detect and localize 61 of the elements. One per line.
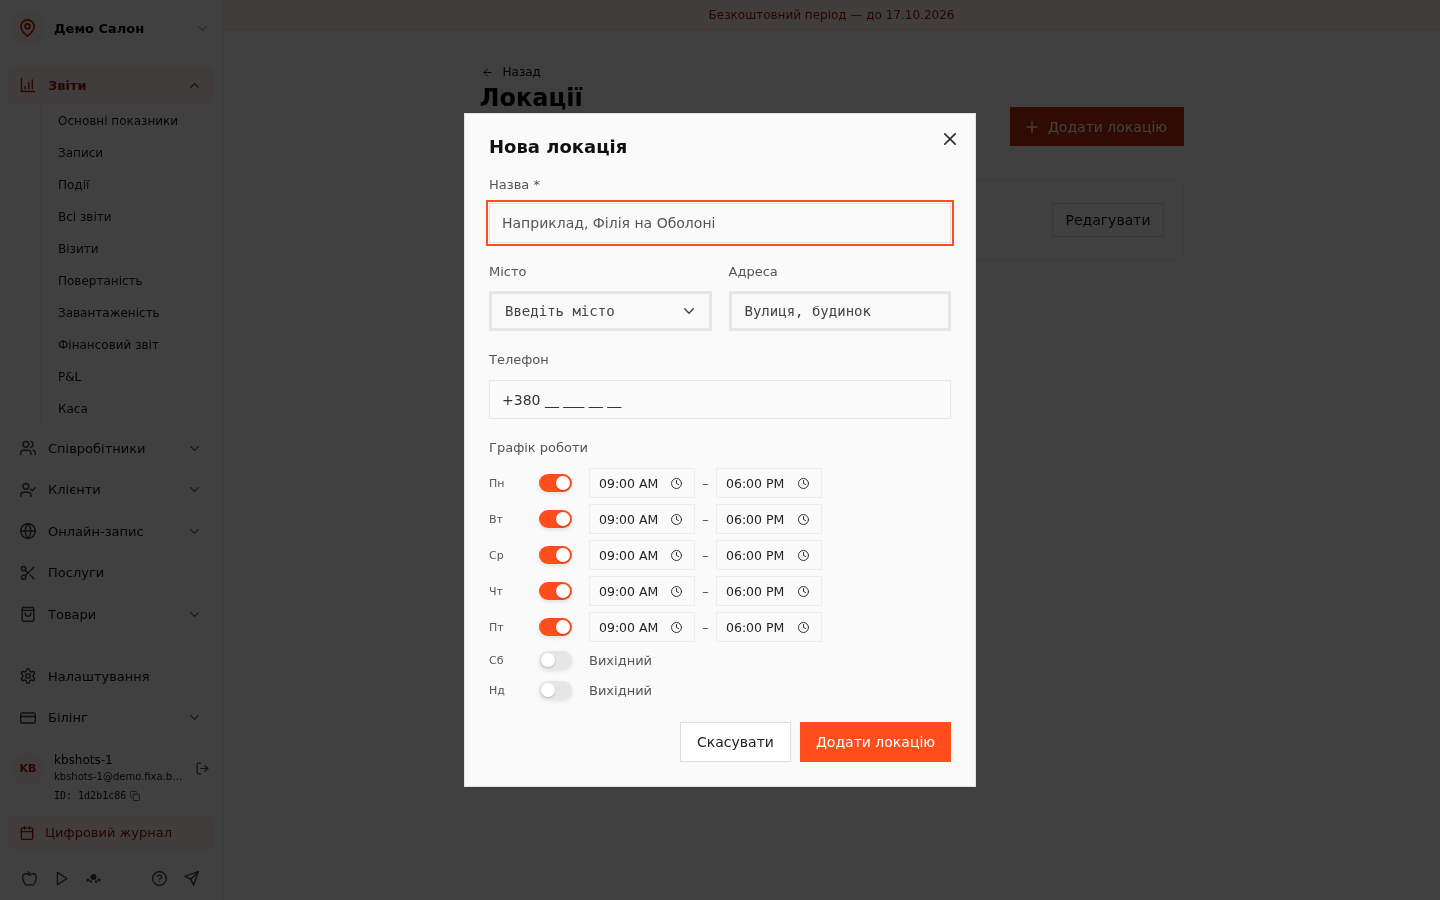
field-label: Адреса xyxy=(728,264,778,280)
name-input[interactable]: Наприклад, Філія на Оболоні xyxy=(486,200,954,246)
time-separator: – xyxy=(701,475,710,491)
modal-title: Нова локація xyxy=(489,136,629,158)
add-location-button[interactable]: Додати локацію xyxy=(800,722,951,762)
time-field[interactable]: 09:00 AM xyxy=(589,468,695,498)
clock-icon xyxy=(798,585,809,597)
address-input[interactable]: Вулиця, будинок xyxy=(728,291,951,331)
time-field[interactable]: 09:00 AM xyxy=(589,504,695,534)
phone-input[interactable]: +380 __ ___ __ __ xyxy=(489,380,951,419)
salon-name[interactable]: Демо Салон xyxy=(54,20,145,36)
clock-icon xyxy=(798,549,809,561)
field-label: Місто xyxy=(489,264,527,280)
time-field[interactable]: 06:00 PM xyxy=(716,468,822,498)
day-toggle[interactable] xyxy=(539,474,572,492)
time-field[interactable]: 09:00 AM xyxy=(589,576,695,606)
clock-icon xyxy=(798,513,809,525)
field-label: Назва * xyxy=(489,177,541,193)
day-toggle[interactable] xyxy=(539,618,572,636)
cancel-button[interactable]: Скасувати xyxy=(680,722,791,762)
city-select[interactable]: Введіть місто xyxy=(489,291,712,331)
user-id: ID: 1d2b1c86 xyxy=(54,788,127,803)
day-toggle[interactable] xyxy=(539,582,572,600)
day-label: Пт xyxy=(489,620,505,634)
time-separator: – xyxy=(701,511,710,527)
time-field[interactable]: 09:00 AM xyxy=(589,612,695,642)
time-field[interactable]: 06:00 PM xyxy=(716,576,822,606)
clock-icon xyxy=(798,477,809,489)
page-title: Локації xyxy=(479,84,583,112)
day-toggle[interactable] xyxy=(539,651,572,669)
day-toggle[interactable] xyxy=(539,510,572,528)
time-separator: – xyxy=(701,547,710,563)
day-toggle[interactable] xyxy=(539,546,572,564)
time-separator: – xyxy=(701,619,710,635)
day-off-label: Вихідний xyxy=(589,682,653,698)
clock-icon xyxy=(671,585,682,597)
clock-icon xyxy=(671,621,682,633)
trial-banner-text: Безкоштовний період — до 17.10.2026 xyxy=(708,7,955,22)
time-field[interactable]: 06:00 PM xyxy=(716,504,822,534)
day-label: Сб xyxy=(489,653,505,667)
time-field[interactable]: 09:00 AM xyxy=(589,540,695,570)
day-label: Ср xyxy=(489,548,505,562)
day-label: Вт xyxy=(489,512,504,526)
clock-icon xyxy=(798,621,809,633)
clock-icon xyxy=(671,513,682,525)
day-label: Пн xyxy=(489,476,506,490)
day-toggle[interactable] xyxy=(539,681,572,699)
user-email: kbshots-1@demo.fixa.b… xyxy=(54,769,183,784)
user-name: kbshots-1 xyxy=(54,752,114,768)
time-field[interactable]: 06:00 PM xyxy=(716,612,822,642)
day-label: Нд xyxy=(489,683,506,697)
day-label: Чт xyxy=(489,584,504,598)
time-field[interactable]: 06:00 PM xyxy=(716,540,822,570)
section-label: Графік роботи xyxy=(489,440,590,456)
close-icon[interactable] xyxy=(944,133,956,145)
clock-icon xyxy=(671,549,682,561)
day-off-label: Вихідний xyxy=(589,652,653,668)
field-label: Телефон xyxy=(489,352,550,368)
chevron-down-icon xyxy=(683,308,694,314)
clock-icon xyxy=(671,477,682,489)
time-separator: – xyxy=(701,583,710,599)
